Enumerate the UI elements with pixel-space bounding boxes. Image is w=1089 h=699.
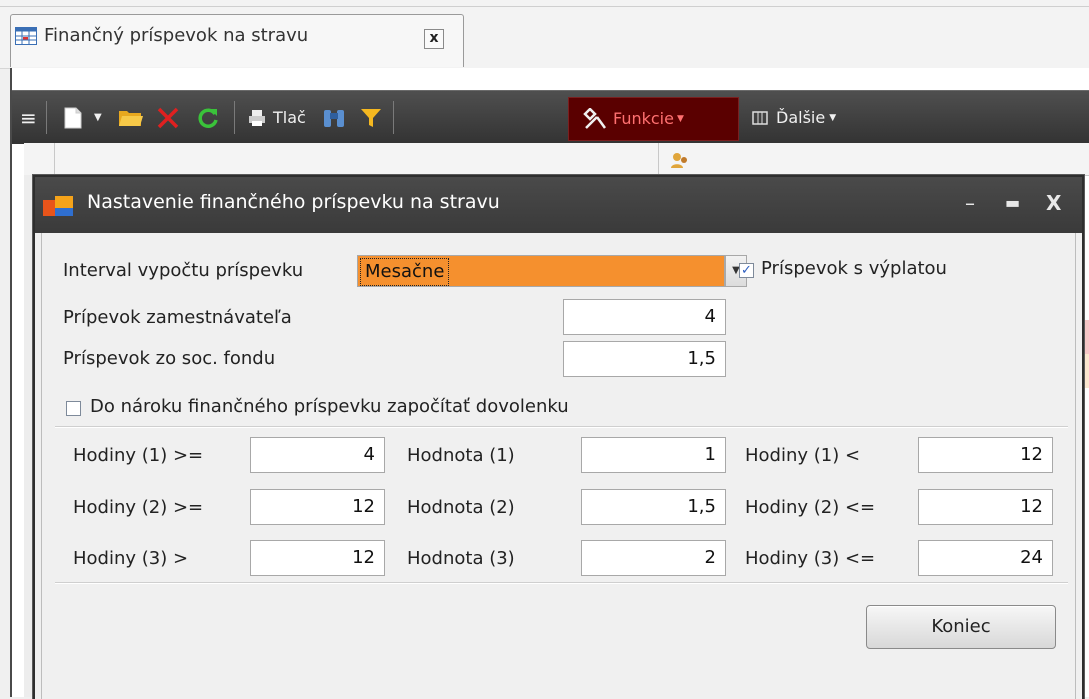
hours-1-min-label: Hodiny (1) >= (73, 445, 204, 466)
document-tab[interactable]: Finančný príspevok na stravu x (10, 14, 464, 67)
hours-1-max-field[interactable]: 12 (918, 437, 1053, 473)
find-button[interactable] (322, 91, 346, 144)
more-label: Ďalšie (776, 108, 826, 127)
hours-2-max-label: Hodiny (2) <= (745, 497, 876, 518)
new-document-icon (64, 107, 82, 128)
functions-label: Funkcie (613, 109, 674, 128)
employer-contribution-label: Prípevok zamestnávateľa (63, 307, 292, 328)
value-3-label: Hodnota (3) (407, 548, 515, 569)
hours-3-max-label: Hodiny (3) <= (745, 548, 876, 569)
table-icon (15, 27, 37, 45)
toolbar-separator (234, 101, 235, 134)
hours-3-min-field[interactable]: 12 (250, 540, 385, 576)
settings-dialog: Nastavenie finančného príspevku na strav… (33, 175, 1084, 699)
hours-1-max-label: Hodiny (1) < (745, 445, 861, 466)
interval-combobox[interactable]: Mesačne (357, 255, 725, 287)
main-toolbar: ≡ ▼ Tlač Funkcie ▼ Ďalšie ▼ (12, 90, 1089, 144)
dropdown-arrow-icon: ▼ (829, 112, 837, 123)
social-fund-field[interactable]: 1,5 (563, 341, 726, 377)
app-icon (43, 196, 73, 216)
value-1-label: Hodnota (1) (407, 445, 515, 466)
filter-button[interactable] (360, 91, 382, 144)
close-dialog-button[interactable]: Koniec (866, 605, 1056, 649)
vacation-label: Do nároku finančného príspevku započítať… (90, 396, 569, 417)
section-divider (55, 582, 1068, 584)
hours-3-max-field[interactable]: 24 (918, 540, 1053, 576)
binoculars-icon (324, 109, 344, 127)
hamburger-menu-button[interactable]: ≡ (20, 91, 37, 144)
hours-3-min-label: Hodiny (3) > (73, 548, 189, 569)
toolbar-separator (46, 101, 47, 134)
grid-column-divider (658, 143, 659, 175)
open-button[interactable] (118, 91, 144, 144)
with-payout-label: Príspevok s výplatou (761, 258, 947, 279)
vacation-checkbox[interactable] (66, 401, 81, 416)
hours-2-min-label: Hodiny (2) >= (73, 497, 204, 518)
grid-row-indicator (24, 175, 33, 697)
with-payout-checkbox[interactable]: ✓ (739, 263, 754, 278)
value-1-field[interactable]: 1 (581, 437, 726, 473)
functions-menu-button[interactable]: Funkcie ▼ (568, 97, 739, 141)
print-label: Tlač (273, 108, 306, 127)
interval-selected-value: Mesačne (360, 258, 450, 286)
tab-title: Finančný príspevok na stravu (44, 25, 309, 46)
value-3-field[interactable]: 2 (581, 540, 726, 576)
new-dropdown-button[interactable]: ▼ (94, 91, 102, 144)
refresh-icon (198, 108, 218, 128)
minimize-button[interactable]: – (965, 191, 975, 215)
hours-2-max-field[interactable]: 12 (918, 489, 1053, 525)
hours-1-min-field[interactable]: 4 (250, 437, 385, 473)
tab-close-button[interactable]: x (424, 29, 444, 49)
dropdown-arrow-icon: ▼ (676, 113, 684, 124)
interval-label: Interval vypočtu príspevku (63, 260, 304, 281)
dialog-title: Nastavenie finančného príspevku na strav… (87, 191, 500, 213)
grid-header-corner (24, 143, 55, 175)
new-button[interactable] (64, 91, 82, 144)
folder-icon (119, 110, 143, 126)
value-2-label: Hodnota (2) (407, 497, 515, 518)
delete-button[interactable] (156, 91, 180, 144)
social-fund-label: Príspevok zo soc. fondu (63, 348, 276, 369)
printer-icon (249, 109, 265, 126)
document-tabstrip: Finančný príspevok na stravu x (0, 0, 1089, 69)
toolbar-separator (393, 101, 394, 134)
columns-icon (752, 110, 768, 125)
more-menu-button[interactable]: Ďalšie ▼ (752, 91, 836, 144)
section-divider (55, 426, 1068, 428)
delete-x-icon (157, 107, 179, 128)
print-button[interactable]: Tlač (248, 91, 306, 144)
tools-icon (583, 107, 607, 129)
users-icon (671, 153, 687, 168)
dialog-titlebar[interactable]: Nastavenie finančného príspevku na strav… (35, 177, 1082, 233)
employer-contribution-field[interactable]: 4 (563, 299, 726, 335)
top-divider (0, 6, 1089, 7)
maximize-button[interactable]: ▬ (1005, 191, 1020, 215)
dropdown-arrow-icon: ▼ (94, 112, 102, 123)
grid-header (24, 143, 1089, 176)
filter-icon (361, 108, 381, 127)
refresh-button[interactable] (196, 91, 220, 144)
close-button[interactable]: X (1046, 191, 1061, 215)
hours-2-min-field[interactable]: 12 (250, 489, 385, 525)
value-2-field[interactable]: 1,5 (581, 489, 726, 525)
menu-icon: ≡ (20, 105, 37, 130)
